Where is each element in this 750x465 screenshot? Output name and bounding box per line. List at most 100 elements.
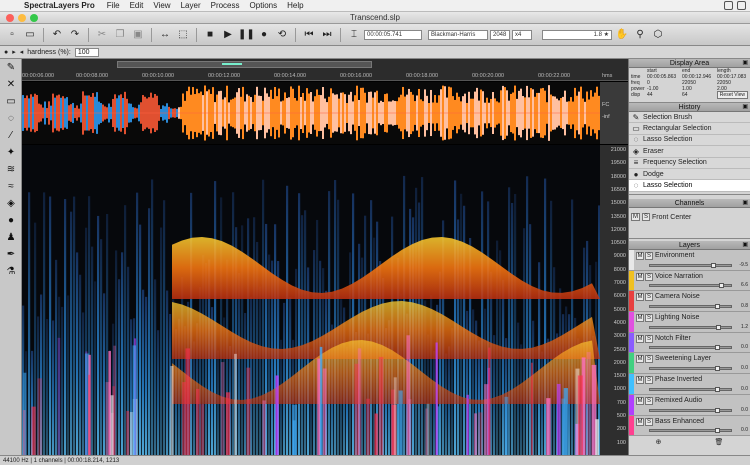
zoom-tool-icon[interactable]: ⚲ bbox=[632, 27, 648, 43]
layer-row[interactable]: M S Notch Filter 0.0 bbox=[629, 332, 750, 354]
menu-options[interactable]: Options bbox=[250, 1, 278, 10]
layer-row[interactable]: M S Remixed Audio 0.0 bbox=[629, 394, 750, 416]
layer-name[interactable]: Environment bbox=[655, 252, 694, 259]
history-item[interactable]: ◌ Lasso Selection bbox=[629, 180, 750, 192]
layer-mute-button[interactable]: M bbox=[636, 417, 644, 426]
play-icon[interactable]: ▶ bbox=[220, 27, 236, 43]
layer-solo-button[interactable]: S bbox=[645, 293, 653, 302]
selection-mode-icon[interactable]: ⬚ bbox=[175, 27, 191, 43]
pen-tool-icon[interactable]: ✒ bbox=[0, 246, 22, 263]
menu-process[interactable]: Process bbox=[211, 1, 240, 10]
stamp-tool-icon[interactable]: ♟ bbox=[0, 229, 22, 246]
channel-mute-button[interactable]: M bbox=[631, 213, 640, 221]
layer-volume-knob[interactable] bbox=[714, 366, 720, 372]
time-stretch-icon[interactable]: ↔ bbox=[157, 27, 173, 43]
ratio-select[interactable]: x4 bbox=[512, 29, 532, 40]
layer-name[interactable]: Lighting Noise bbox=[655, 314, 699, 321]
layer-volume-knob[interactable] bbox=[718, 283, 724, 289]
cut-icon[interactable]: ✂ bbox=[94, 27, 110, 43]
paintbrush-tool-icon[interactable]: ⁄ bbox=[0, 127, 22, 144]
fill-tool-icon[interactable]: ⚗ bbox=[0, 263, 22, 280]
layer-volume-knob[interactable] bbox=[714, 407, 720, 413]
status-icon-1[interactable] bbox=[724, 1, 733, 10]
apple-menu-icon[interactable] bbox=[8, 1, 18, 11]
history-item[interactable]: ▭ Rectangular Selection bbox=[629, 123, 750, 135]
menu-layer[interactable]: Layer bbox=[181, 1, 201, 10]
spectral-editor[interactable]: 00:00:06.000 00:00:08.000 00:00:10.000 0… bbox=[22, 59, 628, 455]
layer-volume-slider[interactable] bbox=[649, 345, 732, 351]
layer-volume-knob[interactable] bbox=[710, 262, 716, 268]
magic-wand-tool-icon[interactable]: ✦ bbox=[0, 144, 22, 161]
layer-volume-slider[interactable] bbox=[649, 283, 732, 289]
layer-solo-button[interactable]: S bbox=[645, 355, 653, 364]
history-item[interactable]: ≡ Frequency Selection bbox=[629, 157, 750, 169]
status-icon-2[interactable] bbox=[737, 1, 746, 10]
layer-mute-button[interactable]: M bbox=[636, 272, 644, 281]
rectangle-select-tool-icon[interactable]: ▭ bbox=[0, 93, 22, 110]
time-position-field[interactable]: 00:00:05.741 bbox=[364, 29, 422, 40]
waveform-display[interactable] bbox=[22, 82, 600, 144]
go-end-icon[interactable]: ⏭ bbox=[319, 27, 335, 43]
close-window-button[interactable] bbox=[6, 14, 14, 22]
history-item[interactable]: ● Dodge bbox=[629, 168, 750, 181]
harmonic-tool-icon[interactable]: ≈ bbox=[0, 178, 22, 195]
layer-solo-button[interactable]: S bbox=[645, 272, 653, 281]
freq-tool-icon[interactable]: ≋ bbox=[0, 161, 22, 178]
history-item[interactable]: ✎ Selection Brush bbox=[629, 112, 750, 124]
hand-tool-icon[interactable]: ✋ bbox=[614, 27, 630, 43]
new-layer-icon[interactable]: ⊕ bbox=[656, 438, 662, 446]
layer-mute-button[interactable]: M bbox=[636, 396, 644, 405]
new-file-icon[interactable]: ▫ bbox=[4, 27, 20, 43]
channel-row[interactable]: M S Front Center bbox=[629, 211, 750, 223]
history-item[interactable]: ◈ Eraser bbox=[629, 146, 750, 158]
menu-view[interactable]: View bbox=[153, 1, 170, 10]
3d-view-icon[interactable]: ⬡ bbox=[650, 27, 666, 43]
timeline-scroll-thumb[interactable] bbox=[117, 61, 372, 68]
layer-volume-knob[interactable] bbox=[714, 386, 720, 392]
layer-volume-slider[interactable] bbox=[649, 386, 732, 392]
record-icon[interactable]: ● bbox=[256, 27, 272, 43]
options-back-icon[interactable]: ◂ bbox=[20, 48, 24, 56]
delete-layer-icon[interactable]: 🗑 bbox=[715, 438, 724, 446]
spectrogram-canvas[interactable] bbox=[22, 145, 600, 455]
layer-volume-slider[interactable] bbox=[649, 428, 732, 434]
options-cursor-icon[interactable]: ▸ bbox=[12, 48, 16, 56]
menu-edit[interactable]: Edit bbox=[130, 1, 144, 10]
eraser-tool-icon[interactable]: ◈ bbox=[0, 195, 22, 212]
pause-icon[interactable]: ❚❚ bbox=[238, 27, 255, 43]
gain-field[interactable]: 1.8 ★ bbox=[542, 29, 612, 40]
layer-solo-button[interactable]: S bbox=[645, 417, 653, 426]
panel-options-icon[interactable]: ▣ bbox=[742, 59, 748, 68]
stop-icon[interactable]: ■ bbox=[202, 27, 218, 43]
layer-name[interactable]: Sweetening Layer bbox=[655, 355, 711, 362]
panel-options-icon[interactable]: ▣ bbox=[742, 241, 748, 250]
layer-mute-button[interactable]: M bbox=[636, 293, 644, 302]
layer-volume-knob[interactable] bbox=[714, 428, 720, 434]
layer-volume-slider[interactable] bbox=[649, 407, 732, 413]
undo-icon[interactable]: ↶ bbox=[49, 27, 65, 43]
layer-row[interactable]: M S Voice Narration 6.6 bbox=[629, 270, 750, 292]
layer-volume-knob[interactable] bbox=[716, 324, 722, 330]
layer-mute-button[interactable]: M bbox=[636, 314, 644, 323]
display-area-cell[interactable]: 64 bbox=[680, 92, 715, 98]
zoom-window-button[interactable] bbox=[30, 14, 38, 22]
layer-solo-button[interactable]: S bbox=[645, 376, 653, 385]
timeline-ruler[interactable]: 00:00:06.000 00:00:08.000 00:00:10.000 0… bbox=[22, 59, 628, 81]
layer-name[interactable]: Phase Inverted bbox=[655, 376, 702, 383]
layer-mute-button[interactable]: M bbox=[636, 252, 644, 260]
crosshair-tool-icon[interactable]: ✕ bbox=[0, 76, 22, 93]
layer-row[interactable]: M S Sweetening Layer 0.0 bbox=[629, 353, 750, 375]
layer-volume-slider[interactable] bbox=[649, 304, 732, 310]
layer-row[interactable]: M S Camera Noise 0.8 bbox=[629, 291, 750, 313]
layer-row[interactable]: M S Phase Inverted 0.0 bbox=[629, 374, 750, 395]
app-name-menu[interactable]: SpectraLayers Pro bbox=[24, 1, 95, 10]
layer-row[interactable]: M S Lighting Noise 1.2 bbox=[629, 312, 750, 333]
layer-solo-button[interactable]: S bbox=[645, 314, 653, 323]
layer-name[interactable]: Voice Narration bbox=[655, 273, 703, 280]
go-start-icon[interactable]: ⏮ bbox=[301, 27, 317, 43]
layer-name[interactable]: Camera Noise bbox=[655, 293, 700, 300]
history-item[interactable]: ◌ Lasso Selection bbox=[629, 134, 750, 147]
minimize-window-button[interactable] bbox=[18, 14, 26, 22]
layer-mute-button[interactable]: M bbox=[636, 355, 644, 364]
display-area-cell[interactable]: 44 bbox=[645, 92, 680, 98]
